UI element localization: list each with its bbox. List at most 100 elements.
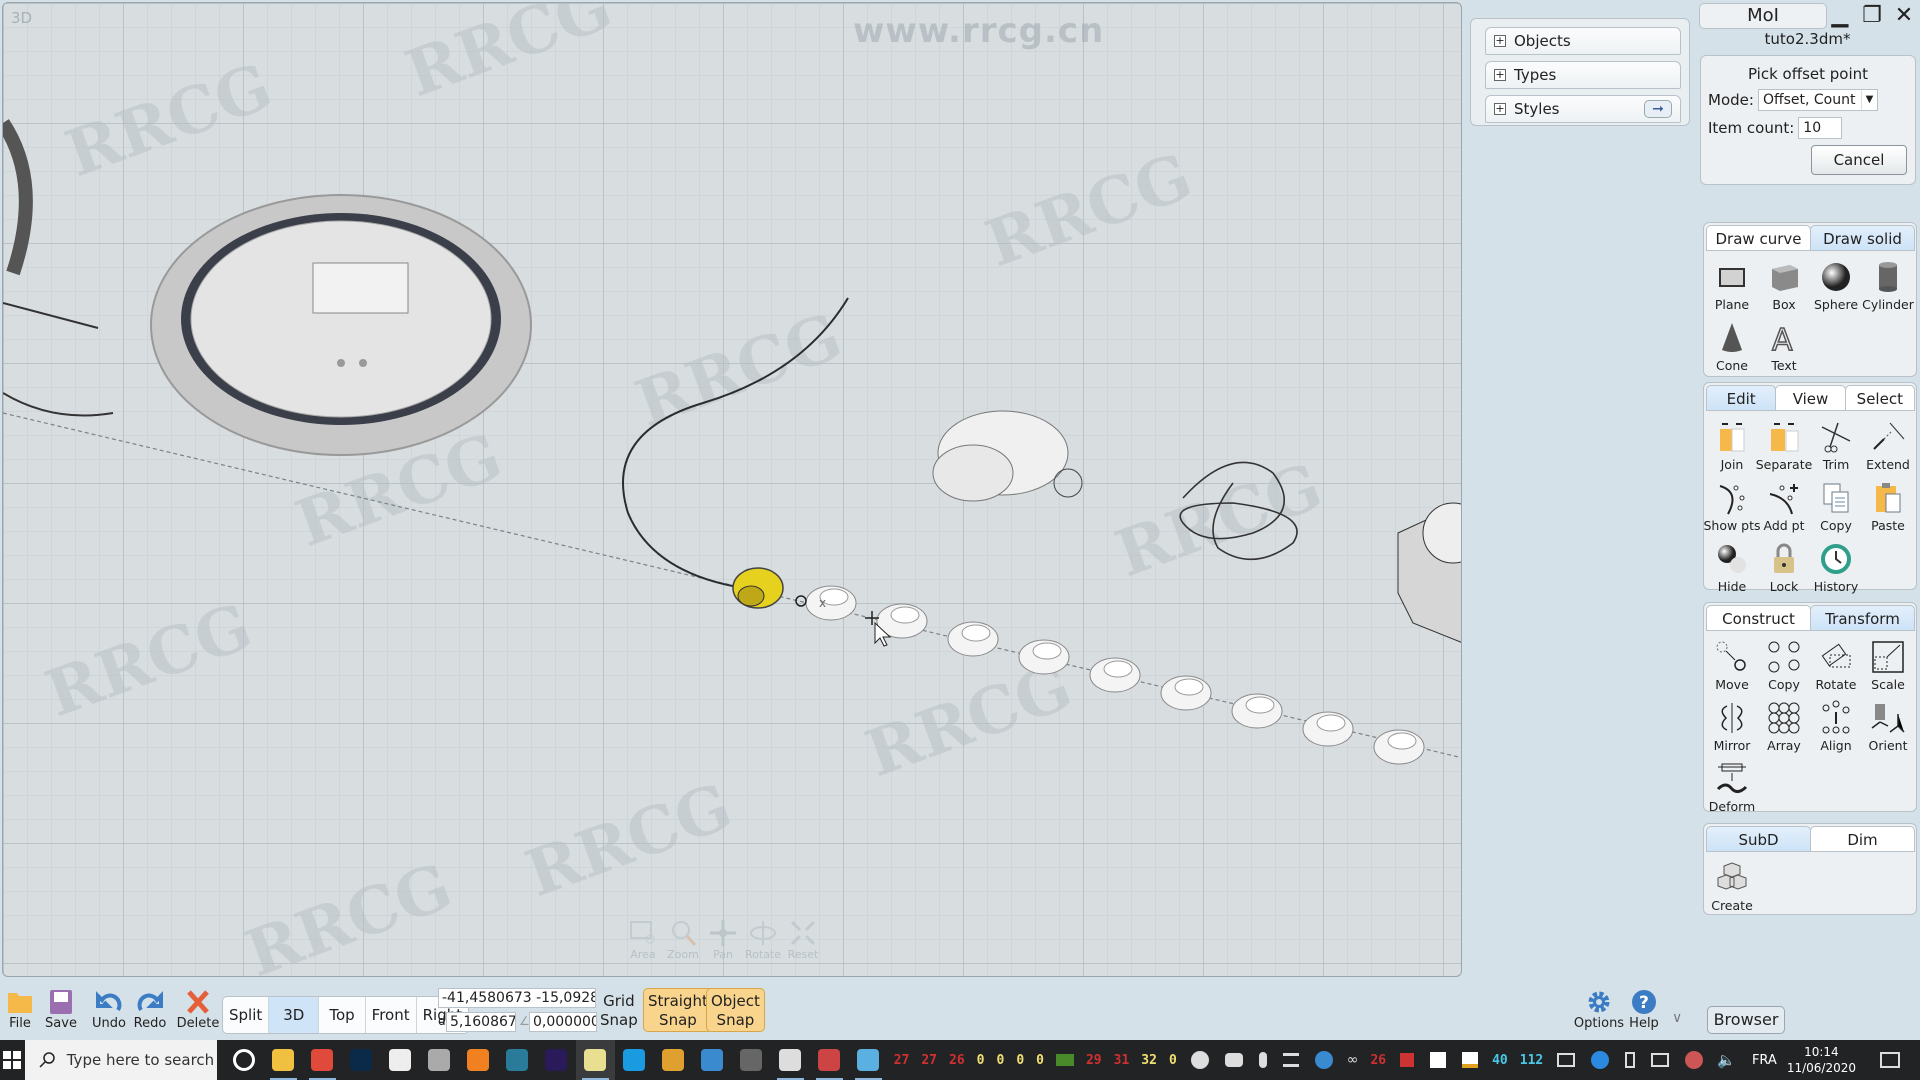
taskbar-app-cortana[interactable] bbox=[225, 1040, 264, 1080]
shield-warning-icon[interactable] bbox=[1462, 1052, 1479, 1068]
taskbar-app-photoshop[interactable] bbox=[342, 1040, 381, 1080]
notification-app-icon[interactable] bbox=[1400, 1053, 1415, 1067]
mode-select[interactable]: Offset, Count ▼ bbox=[1757, 89, 1878, 111]
tool-box[interactable]: Box bbox=[1758, 257, 1810, 318]
tool-paste[interactable]: Paste bbox=[1862, 478, 1914, 539]
shield-icon[interactable] bbox=[1430, 1052, 1447, 1068]
chevron-double-down-icon[interactable]: ∨ bbox=[1672, 1010, 1682, 1026]
delete-button[interactable]: Delete bbox=[174, 988, 222, 1031]
tool-scale[interactable]: Scale bbox=[1862, 637, 1914, 698]
tool-plane[interactable]: Plane bbox=[1706, 257, 1758, 318]
tool-hide[interactable]: Hide bbox=[1706, 539, 1758, 600]
tool-rotate[interactable]: Rotate bbox=[1810, 637, 1862, 698]
tab-subd[interactable]: SubD bbox=[1706, 826, 1811, 852]
redo-button[interactable]: Redo bbox=[126, 988, 174, 1031]
tool-separate[interactable]: Separate bbox=[1756, 417, 1812, 478]
tool-align[interactable]: Align bbox=[1810, 698, 1862, 759]
tool-copy-transform[interactable]: Copy bbox=[1758, 637, 1810, 698]
taskbar-app-chrome[interactable] bbox=[303, 1040, 342, 1080]
angle-input[interactable]: 0,0000009 bbox=[529, 1012, 597, 1032]
microphone-icon[interactable] bbox=[1258, 1052, 1267, 1068]
nav-reset-button[interactable]: Reset bbox=[788, 918, 818, 961]
taskbar-app-after-effects[interactable] bbox=[537, 1040, 576, 1080]
taskbar-app-app-blue[interactable] bbox=[849, 1040, 888, 1080]
layers-icon[interactable] bbox=[1282, 1053, 1299, 1067]
taskbar-app-cinema[interactable] bbox=[498, 1040, 537, 1080]
options-button[interactable]: Options bbox=[1574, 988, 1624, 1031]
globe-app-icon[interactable] bbox=[1314, 1051, 1333, 1069]
tool-lock[interactable]: Lock bbox=[1758, 539, 1810, 600]
tool-extend[interactable]: Extend bbox=[1862, 417, 1914, 478]
close-icon[interactable]: ✕ bbox=[1894, 2, 1914, 30]
clock[interactable]: 10:14 11/06/2020 bbox=[1787, 1044, 1856, 1076]
view-tab-front[interactable]: Front bbox=[366, 997, 417, 1033]
taskbar-search[interactable]: Type here to search bbox=[24, 1040, 217, 1080]
view-tab-split[interactable]: Split bbox=[223, 997, 270, 1033]
nav-zoom-button[interactable]: Zoom bbox=[667, 918, 699, 961]
tool-cylinder[interactable]: Cylinder bbox=[1862, 257, 1914, 318]
tool-cone[interactable]: Cone bbox=[1706, 318, 1758, 379]
plus-icon[interactable]: + bbox=[1494, 103, 1506, 115]
tool-deform[interactable]: Deform bbox=[1706, 759, 1758, 820]
tool-array[interactable]: Array bbox=[1758, 698, 1810, 759]
action-center-icon[interactable] bbox=[1880, 1052, 1900, 1068]
taskbar-app-app-w[interactable] bbox=[771, 1040, 810, 1080]
tab-construct[interactable]: Construct bbox=[1706, 605, 1811, 631]
scene-browser-objects[interactable]: + Objects bbox=[1485, 27, 1681, 55]
tool-trim[interactable]: Trim bbox=[1810, 417, 1862, 478]
distance-input[interactable]: 5,1608672 bbox=[446, 1012, 516, 1032]
chevron-down-icon[interactable]: ▼ bbox=[1860, 90, 1877, 110]
taskbar-app-obs[interactable] bbox=[732, 1040, 771, 1080]
tool-move[interactable]: Move bbox=[1706, 637, 1758, 698]
nav-area-button[interactable]: Area bbox=[628, 918, 658, 961]
nav-pan-button[interactable]: Pan bbox=[708, 918, 738, 961]
display-app-icon[interactable] bbox=[1557, 1053, 1576, 1067]
language-indicator[interactable]: FRA bbox=[1752, 1053, 1777, 1068]
teamviewer-icon[interactable] bbox=[1591, 1051, 1610, 1069]
coord-xy-input[interactable]: -41,4580673 -15,09285 bbox=[438, 988, 596, 1008]
tool-show-pts[interactable]: Show pts bbox=[1703, 478, 1761, 539]
minimize-icon[interactable]: ▁ bbox=[1830, 2, 1850, 30]
nvidia-icon[interactable] bbox=[1055, 1054, 1074, 1066]
straight-snap-toggle[interactable]: Straight Snap bbox=[643, 988, 713, 1032]
plus-icon[interactable]: + bbox=[1494, 35, 1506, 47]
start-button[interactable] bbox=[0, 1040, 25, 1080]
scene-browser-styles[interactable]: + Styles ➞ bbox=[1485, 95, 1681, 123]
tab-dim[interactable]: Dim bbox=[1810, 826, 1915, 852]
arrow-right-icon[interactable]: ➞ bbox=[1644, 100, 1672, 118]
usb-drive-icon[interactable] bbox=[1625, 1052, 1636, 1068]
save-button[interactable]: Save bbox=[37, 988, 85, 1031]
taskbar-app-marmoset[interactable] bbox=[654, 1040, 693, 1080]
object-snap-toggle[interactable]: Object Snap bbox=[706, 988, 765, 1032]
taskbar-app-skype[interactable] bbox=[615, 1040, 654, 1080]
cancel-button[interactable]: Cancel bbox=[1811, 145, 1907, 175]
taskbar-app-file-explorer[interactable] bbox=[264, 1040, 303, 1080]
network-icon[interactable] bbox=[1651, 1053, 1670, 1067]
tool-add-pt[interactable]: Add pt bbox=[1758, 478, 1810, 539]
app-tray-icon[interactable] bbox=[1685, 1051, 1704, 1069]
taskbar-app-zbrush[interactable] bbox=[381, 1040, 420, 1080]
app-title-button[interactable]: MoI bbox=[1699, 3, 1827, 29]
tool-join[interactable]: Join bbox=[1706, 417, 1758, 478]
taskbar-app-moi[interactable] bbox=[575, 1040, 615, 1080]
browser-button[interactable]: Browser bbox=[1707, 1006, 1785, 1034]
3d-viewport[interactable]: 3D www.rrcg.cn RRCG RRCG RRCG RRCG RRCG … bbox=[2, 2, 1462, 977]
nav-rotate-button[interactable]: Rotate bbox=[745, 918, 781, 961]
tab-draw-curve[interactable]: Draw curve bbox=[1706, 225, 1811, 251]
taskbar-app-app-gear[interactable] bbox=[420, 1040, 459, 1080]
volume-icon[interactable]: 🔈 bbox=[1717, 1051, 1736, 1069]
grid-snap-toggle[interactable]: Grid Snap bbox=[600, 992, 638, 1030]
tab-view[interactable]: View bbox=[1775, 385, 1846, 411]
tool-subd-create[interactable]: Create bbox=[1706, 858, 1758, 919]
tool-sphere[interactable]: Sphere bbox=[1810, 257, 1862, 318]
tool-orient[interactable]: Orient bbox=[1862, 698, 1914, 759]
taskbar-app-app-m[interactable] bbox=[693, 1040, 732, 1080]
tab-draw-solid[interactable]: Draw solid bbox=[1810, 225, 1915, 251]
obs-tray-icon[interactable] bbox=[1190, 1051, 1209, 1069]
tool-text[interactable]: A Text bbox=[1758, 318, 1810, 379]
creative-cloud-icon[interactable]: ∞ bbox=[1347, 1052, 1359, 1068]
tool-copy-clipboard[interactable]: Copy bbox=[1810, 478, 1862, 539]
item-count-input[interactable]: 10 bbox=[1798, 117, 1843, 139]
help-button[interactable]: ? Help bbox=[1620, 988, 1668, 1031]
view-tab-3d[interactable]: 3D bbox=[269, 997, 320, 1033]
